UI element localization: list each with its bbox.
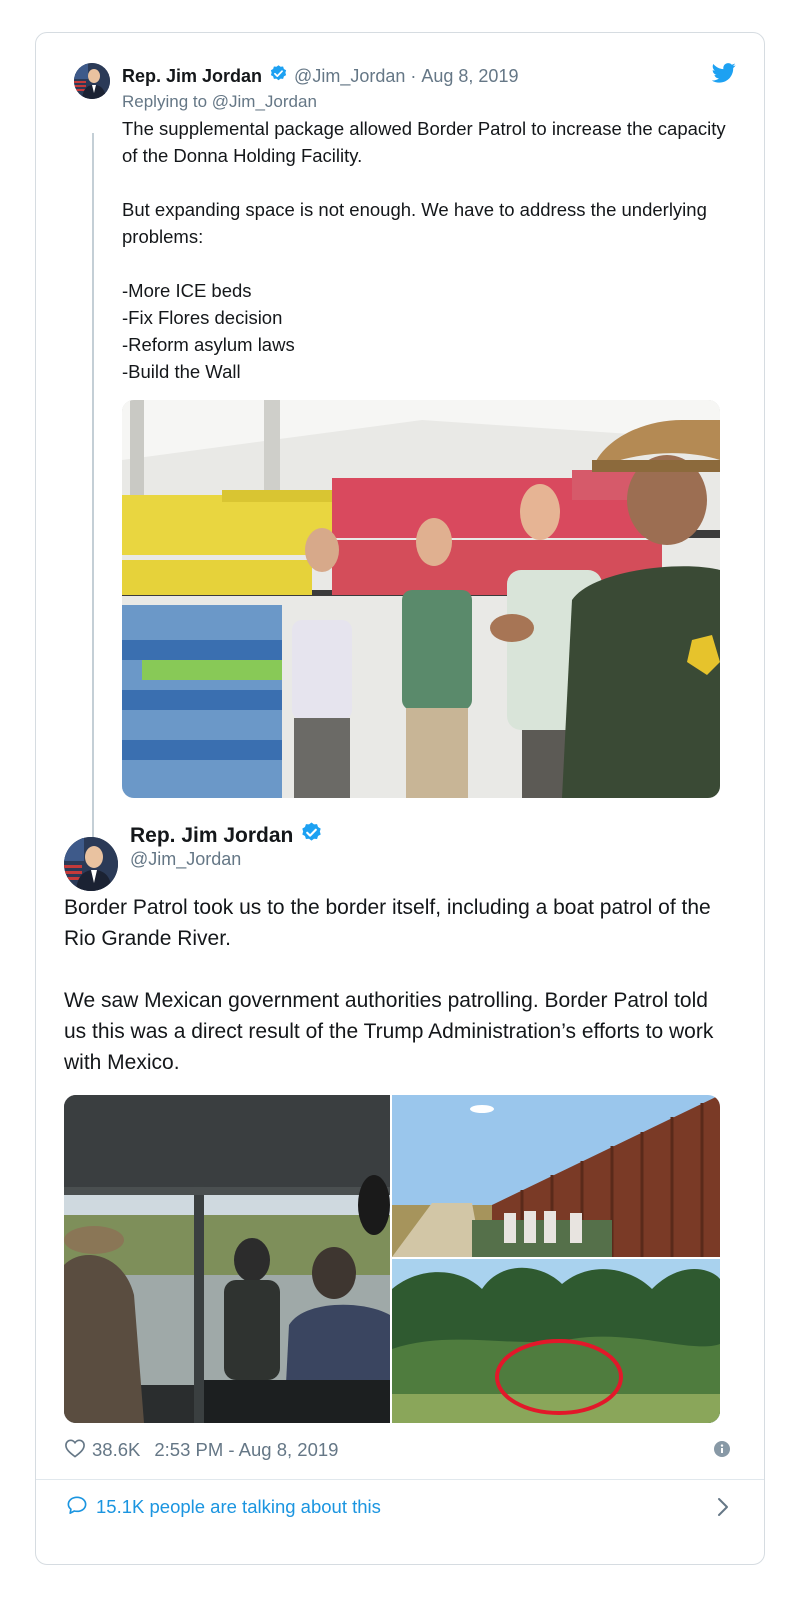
twitter-bird-icon[interactable] bbox=[711, 63, 736, 85]
author-handle[interactable]: @Jim_Jordan bbox=[130, 849, 241, 870]
heart-icon[interactable] bbox=[64, 1438, 86, 1463]
author-name[interactable]: Rep. Jim Jordan bbox=[130, 824, 293, 848]
tweet-photo-grid bbox=[64, 1095, 720, 1423]
talking-link[interactable]: 15.1K people are talking about this bbox=[66, 1495, 381, 1519]
quoted-tweet-header: Rep. Jim Jordan @Jim_Jordan · Aug 8, 201… bbox=[122, 65, 518, 87]
replying-to-label[interactable]: Replying to @Jim_Jordan bbox=[122, 92, 317, 112]
chevron-right-icon[interactable] bbox=[716, 1496, 730, 1518]
separator-dot: · bbox=[410, 65, 417, 86]
like-count[interactable]: 38.6K bbox=[92, 1439, 140, 1461]
tweet-photo-facility[interactable] bbox=[122, 400, 720, 798]
author-handle[interactable]: @Jim_Jordan bbox=[294, 66, 405, 87]
speech-bubble-icon bbox=[66, 1495, 88, 1520]
main-tweet-text: Border Patrol took us to the border itse… bbox=[64, 896, 714, 1074]
main-author-row: Rep. Jim Jordan bbox=[130, 821, 329, 850]
tweet-photo-boat[interactable] bbox=[64, 1095, 390, 1423]
quoted-tweet-text: The supplemental package allowed Border … bbox=[122, 118, 726, 382]
tweet-date[interactable]: Aug 8, 2019 bbox=[421, 66, 518, 87]
verified-badge-icon bbox=[300, 821, 323, 850]
tweet-meta-row: 38.6K 2:53 PM - Aug 8, 2019 bbox=[64, 1438, 338, 1463]
card-divider bbox=[36, 1479, 764, 1480]
avatar[interactable] bbox=[74, 63, 110, 99]
thread-connector bbox=[92, 133, 94, 868]
tweet-embed-card: Rep. Jim Jordan @Jim_Jordan · Aug 8, 201… bbox=[35, 32, 765, 1565]
info-icon[interactable] bbox=[714, 1441, 730, 1457]
tweet-timestamp[interactable]: 2:53 PM - Aug 8, 2019 bbox=[154, 1439, 338, 1461]
author-name[interactable]: Rep. Jim Jordan bbox=[122, 66, 262, 87]
talking-label: 15.1K people are talking about this bbox=[96, 1496, 381, 1517]
tweet-photo-wall[interactable] bbox=[392, 1095, 720, 1257]
avatar[interactable] bbox=[64, 837, 118, 891]
verified-badge-icon bbox=[269, 64, 288, 88]
tweet-photo-brush[interactable] bbox=[392, 1259, 720, 1423]
